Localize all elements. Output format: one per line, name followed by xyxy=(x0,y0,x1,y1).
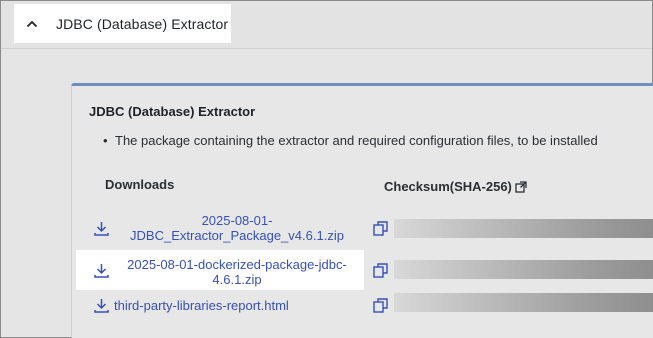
download-link-line[interactable]: 2025-08-01-dockerized-package-jdbc- xyxy=(113,257,361,272)
download-link-third-party-report[interactable]: third-party-libraries-report.html xyxy=(114,298,289,313)
card-title: JDBC (Database) Extractor xyxy=(89,104,256,119)
download-link-line[interactable]: JDBC_Extractor_Package_v4.6.1.zip xyxy=(112,228,362,243)
checksum-header-label: Checksum(SHA-256) xyxy=(384,179,512,194)
section-title: JDBC (Database) Extractor xyxy=(56,15,229,32)
card-description: The package containing the extractor and… xyxy=(103,133,598,148)
download-link-dockerized-package[interactable]: 2025-08-01-dockerized-package-jdbc- 4.6.… xyxy=(113,257,361,287)
download-link-line[interactable]: 4.6.1.zip xyxy=(113,272,361,287)
checksum-value-redacted xyxy=(394,260,653,279)
checksum-value-redacted xyxy=(394,219,653,238)
downloads-column-header: Downloads xyxy=(105,177,175,192)
checksum-value-redacted xyxy=(394,293,653,312)
download-link-line[interactable]: 2025-08-01- xyxy=(112,213,362,228)
section-toggle[interactable]: JDBC (Database) Extractor xyxy=(14,4,231,43)
download-icon[interactable] xyxy=(94,298,109,318)
checksum-column-header: Checksum(SHA-256) xyxy=(384,179,527,194)
download-icon[interactable] xyxy=(94,263,109,283)
copy-icon[interactable] xyxy=(373,298,388,318)
copy-icon[interactable] xyxy=(373,263,388,283)
chevron-up-icon[interactable] xyxy=(25,17,39,31)
download-link-jdbc-package[interactable]: 2025-08-01- JDBC_Extractor_Package_v4.6.… xyxy=(112,213,362,243)
external-link-icon[interactable] xyxy=(515,180,527,193)
download-icon[interactable] xyxy=(94,221,109,241)
copy-icon[interactable] xyxy=(373,221,388,241)
